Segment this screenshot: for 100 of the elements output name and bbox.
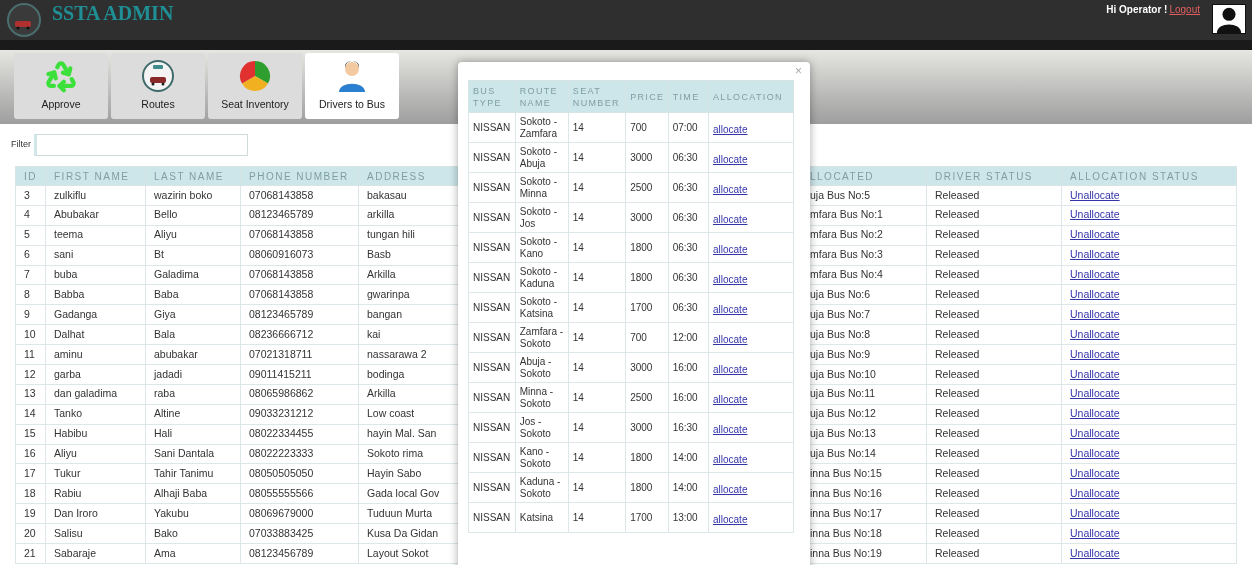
column-header: DRIVER STATUS <box>926 166 1062 186</box>
unallocate-link[interactable]: Unallocate <box>1070 347 1120 360</box>
table-cell: 06:30 <box>668 172 709 203</box>
unallocate-link[interactable]: Unallocate <box>1070 268 1120 281</box>
allocate-link[interactable]: allocate <box>713 333 748 345</box>
table-cell: Abuja - Sokoto <box>515 352 569 383</box>
table-cell: Jos - Sokoto <box>515 412 569 443</box>
table-cell: 06:30 <box>668 262 709 293</box>
allocate-link[interactable]: allocate <box>713 513 748 525</box>
table-cell: Baba <box>145 284 241 305</box>
table-cell: Katsina <box>515 502 569 533</box>
table-cell: Babba <box>45 284 146 305</box>
table-cell: Kaduna - Sokoto <box>515 472 569 503</box>
allocate-link[interactable]: allocate <box>713 153 748 165</box>
unallocate-link[interactable]: Unallocate <box>1070 208 1120 221</box>
allocate-link[interactable]: allocate <box>713 483 748 495</box>
column-header: PRICE <box>625 80 669 113</box>
table-cell: Hali <box>145 424 241 445</box>
table-cell: Bala <box>145 324 241 345</box>
unallocate-link[interactable]: Unallocate <box>1070 506 1120 519</box>
allocate-link[interactable]: allocate <box>713 393 748 405</box>
toolbar-tab[interactable]: Routes <box>111 53 205 119</box>
allocate-link[interactable]: allocate <box>713 303 748 315</box>
toolbar-tab[interactable]: Drivers to Bus <box>305 53 399 119</box>
allocate-link[interactable]: allocate <box>713 273 748 285</box>
table-cell: Dalhat <box>45 324 146 345</box>
logout-link[interactable]: Logout <box>1169 4 1200 16</box>
table-cell: NISSAN <box>468 322 516 353</box>
table-cell: Ama <box>145 543 241 564</box>
table-cell: Aliyu <box>145 225 241 246</box>
unallocate-link[interactable]: Unallocate <box>1070 188 1120 201</box>
table-cell: 14 <box>568 202 626 233</box>
table-cell: 08022223333 <box>240 444 359 464</box>
table-cell: Bt <box>145 245 241 266</box>
unallocate-link[interactable]: Unallocate <box>1070 248 1120 261</box>
table-cell: teema <box>45 225 146 246</box>
allocate-link[interactable]: allocate <box>713 213 748 225</box>
unallocate-link[interactable]: Unallocate <box>1070 467 1120 480</box>
table-cell: 5 <box>15 225 46 246</box>
allocate-link[interactable]: allocate <box>713 123 748 135</box>
allocate-link[interactable]: allocate <box>713 243 748 255</box>
table-cell: 08050505050 <box>240 463 359 484</box>
table-cell: NISSAN <box>468 142 516 173</box>
unallocate-link[interactable]: Unallocate <box>1070 228 1120 241</box>
allocate-link[interactable]: allocate <box>713 453 748 465</box>
table-cell: 4 <box>15 205 46 226</box>
table-cell: Sani Dantala <box>145 444 241 464</box>
unallocate-link[interactable]: Unallocate <box>1070 407 1120 420</box>
table-cell: 13:00 <box>668 502 709 533</box>
table-cell: Released <box>926 384 1062 405</box>
table-cell: 1700 <box>625 502 669 533</box>
table-cell: Bello <box>145 205 241 226</box>
table-cell: Yakubu <box>145 503 241 524</box>
table-cell: 14 <box>568 142 626 173</box>
unallocate-link[interactable]: Unallocate <box>1070 427 1120 440</box>
table-cell: 14 <box>568 382 626 413</box>
table-cell: Released <box>926 503 1062 524</box>
table-cell: Released <box>926 304 1062 325</box>
unallocate-link[interactable]: Unallocate <box>1070 367 1120 380</box>
allocate-link[interactable]: allocate <box>713 183 748 195</box>
table-cell: 14:00 <box>668 442 709 473</box>
table-cell: 06:30 <box>668 142 709 173</box>
unallocate-link[interactable]: Unallocate <box>1070 307 1120 320</box>
table-cell: buba <box>45 265 146 285</box>
table-cell: NISSAN <box>468 262 516 293</box>
table-cell: Tanko <box>45 404 146 425</box>
unallocate-link[interactable]: Unallocate <box>1070 447 1120 460</box>
table-cell: 07068143858 <box>240 225 359 246</box>
table-cell: 07068143858 <box>240 265 359 285</box>
table-cell: Sokoto - Kano <box>515 232 569 263</box>
unallocate-link[interactable]: Unallocate <box>1070 546 1120 559</box>
table-cell: jadadi <box>145 364 241 385</box>
unallocate-link[interactable]: Unallocate <box>1070 526 1120 539</box>
toolbar-tab[interactable]: Approve <box>14 53 108 119</box>
table-cell: Released <box>926 225 1062 246</box>
table-cell: 3000 <box>625 202 669 233</box>
table-cell: 17 <box>15 463 46 484</box>
table-cell: Rabiu <box>45 483 146 504</box>
table-cell: 14 <box>568 322 626 353</box>
table-cell: Tukur <box>45 463 146 484</box>
table-cell: 11 <box>15 344 46 365</box>
table-cell: Altine <box>145 404 241 425</box>
table-cell: Sokoto - Katsina <box>515 292 569 323</box>
unallocate-link[interactable]: Unallocate <box>1070 387 1120 400</box>
table-cell: 1700 <box>625 292 669 323</box>
table-cell: 14 <box>568 502 626 533</box>
allocate-link[interactable]: allocate <box>713 423 748 435</box>
table-cell: NISSAN <box>468 292 516 323</box>
unallocate-link[interactable]: Unallocate <box>1070 486 1120 499</box>
table-cell: garba <box>45 364 146 385</box>
unallocate-link[interactable]: Unallocate <box>1070 288 1120 300</box>
table-cell: 9 <box>15 304 46 325</box>
toolbar-tab[interactable]: Seat Inventory <box>208 53 302 119</box>
filter-label: Filter <box>11 138 31 152</box>
table-cell: Habibu <box>45 424 146 445</box>
table-cell: Abubakar <box>45 205 146 226</box>
table-cell: 1800 <box>625 232 669 263</box>
filter-field[interactable] <box>34 134 248 156</box>
allocate-link[interactable]: allocate <box>713 363 748 375</box>
unallocate-link[interactable]: Unallocate <box>1070 327 1120 340</box>
